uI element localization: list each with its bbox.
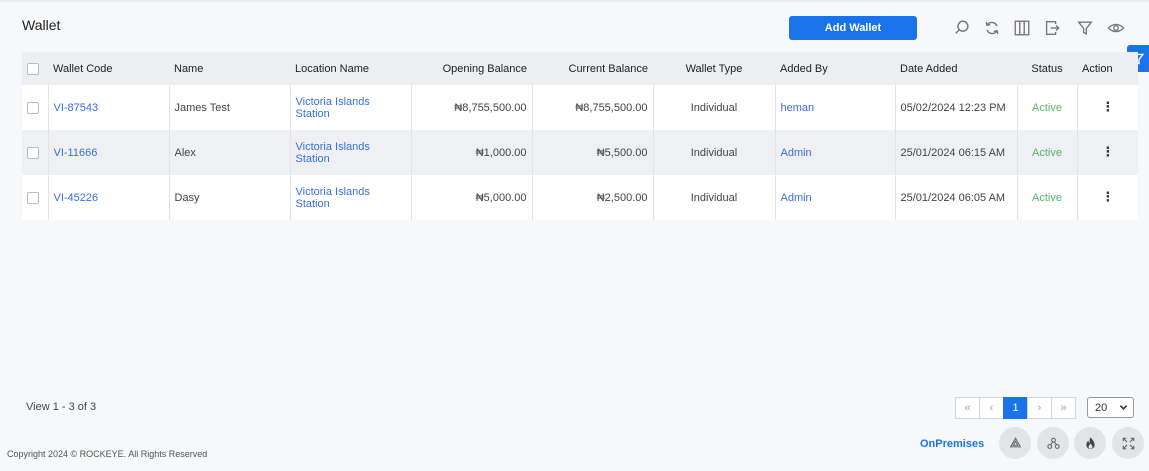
row-checkbox[interactable] xyxy=(27,191,39,204)
wallet-name: Dasy xyxy=(169,175,291,220)
header-current-balance[interactable]: Current Balance xyxy=(532,52,653,85)
more-vertical-icon: ⋮ xyxy=(1101,98,1115,114)
chevron-down-icon xyxy=(1119,405,1128,410)
first-page-button[interactable]: « xyxy=(955,397,980,419)
table-header-row: Wallet Code Name Location Name Opening B… xyxy=(22,52,1138,85)
header-added-by[interactable]: Added By xyxy=(775,52,895,85)
page-title: Wallet xyxy=(22,17,61,33)
select-all-checkbox[interactable] xyxy=(27,62,39,75)
status-badge: Active xyxy=(1017,85,1078,130)
wallet-table: Wallet Code Name Location Name Opening B… xyxy=(22,52,1138,220)
wallet-code-link[interactable]: VI-11666 xyxy=(48,130,170,175)
wallet-type: Individual xyxy=(653,130,776,175)
row-actions-button[interactable]: ⋮ xyxy=(1077,175,1138,220)
opening-balance: ₦1,000.00 xyxy=(411,130,533,175)
header-location-name[interactable]: Location Name xyxy=(290,52,411,85)
current-balance: ₦5,500.00 xyxy=(532,130,654,175)
cluster-icon xyxy=(1046,437,1060,449)
more-vertical-icon: ⋮ xyxy=(1101,188,1115,204)
added-by-link[interactable]: heman xyxy=(775,85,896,130)
opening-balance: ₦8,755,500.00 xyxy=(411,85,533,130)
fire-button[interactable] xyxy=(1074,427,1106,459)
table-row: VI-11666 Alex Victoria Islands Station ₦… xyxy=(22,130,1138,175)
table-row: VI-87543 James Test Victoria Islands Sta… xyxy=(22,85,1138,130)
export-icon[interactable] xyxy=(1041,17,1063,39)
filter-icon[interactable] xyxy=(1074,17,1096,39)
opening-balance: ₦5,000.00 xyxy=(411,175,533,220)
wallet-code-link[interactable]: VI-87543 xyxy=(48,85,170,130)
current-balance: ₦2,500.00 xyxy=(532,175,654,220)
expand-icon xyxy=(1122,437,1134,449)
location-link[interactable]: Victoria Islands Station xyxy=(290,85,412,130)
refresh-icon[interactable] xyxy=(981,17,1003,39)
next-page-button[interactable]: › xyxy=(1027,397,1052,419)
onpremises-label[interactable]: OnPremises xyxy=(920,438,984,450)
copyright: Copyright 2024 © ROCKEYE. All Rights Res… xyxy=(7,449,208,459)
fire-icon xyxy=(1085,436,1095,449)
status-badge: Active xyxy=(1017,130,1078,175)
current-balance: ₦8,755,500.00 xyxy=(532,85,654,130)
header-wallet-code[interactable]: Wallet Code xyxy=(48,52,169,85)
page-size-select[interactable]: 20 xyxy=(1087,397,1134,418)
top-border xyxy=(0,0,1149,2)
table-row: VI-45226 Dasy Victoria Islands Station ₦… xyxy=(22,175,1138,220)
location-link[interactable]: Victoria Islands Station xyxy=(290,175,412,220)
added-by-link[interactable]: Admin xyxy=(775,130,896,175)
row-actions-button[interactable]: ⋮ xyxy=(1077,85,1138,130)
recycle-button[interactable] xyxy=(999,427,1031,459)
row-checkbox[interactable] xyxy=(27,146,39,159)
page-size-value: 20 xyxy=(1095,401,1108,414)
record-count: View 1 - 3 of 3 xyxy=(26,401,97,413)
header-opening-balance[interactable]: Opening Balance xyxy=(411,52,532,85)
fullscreen-button[interactable] xyxy=(1112,427,1144,459)
last-page-button[interactable]: » xyxy=(1051,397,1076,419)
eye-icon[interactable] xyxy=(1105,17,1127,39)
prev-page-button[interactable]: ‹ xyxy=(979,397,1004,419)
wallet-name: Alex xyxy=(169,130,291,175)
header-wallet-type[interactable]: Wallet Type xyxy=(653,52,775,85)
status-badge: Active xyxy=(1017,175,1078,220)
date-added: 05/02/2024 12:23 PM xyxy=(895,85,1018,130)
header-status[interactable]: Status xyxy=(1017,52,1077,85)
select-all-cell[interactable] xyxy=(22,52,48,85)
page-1-button[interactable]: 1 xyxy=(1003,397,1028,419)
pagination: « ‹ 1 › » xyxy=(955,397,1076,419)
wallet-type: Individual xyxy=(653,85,776,130)
header-action: Action xyxy=(1082,62,1113,75)
add-wallet-button[interactable]: Add Wallet xyxy=(789,16,917,40)
header-date-added[interactable]: Date Added xyxy=(895,52,1017,85)
wallet-code-link[interactable]: VI-45226 xyxy=(48,175,170,220)
date-added: 25/01/2024 06:15 AM xyxy=(895,130,1018,175)
location-link[interactable]: Victoria Islands Station xyxy=(290,130,412,175)
wallet-type: Individual xyxy=(653,175,776,220)
header-name[interactable]: Name xyxy=(169,52,290,85)
recycle-icon xyxy=(1009,436,1021,447)
cluster-button[interactable] xyxy=(1037,427,1069,459)
date-added: 25/01/2024 06:05 AM xyxy=(895,175,1018,220)
row-actions-button[interactable]: ⋮ xyxy=(1077,130,1138,175)
columns-icon[interactable] xyxy=(1011,17,1033,39)
row-checkbox[interactable] xyxy=(27,101,39,114)
added-by-link[interactable]: Admin xyxy=(775,175,896,220)
wallet-name: James Test xyxy=(169,85,291,130)
search-icon[interactable] xyxy=(951,17,973,39)
more-vertical-icon: ⋮ xyxy=(1101,143,1115,159)
